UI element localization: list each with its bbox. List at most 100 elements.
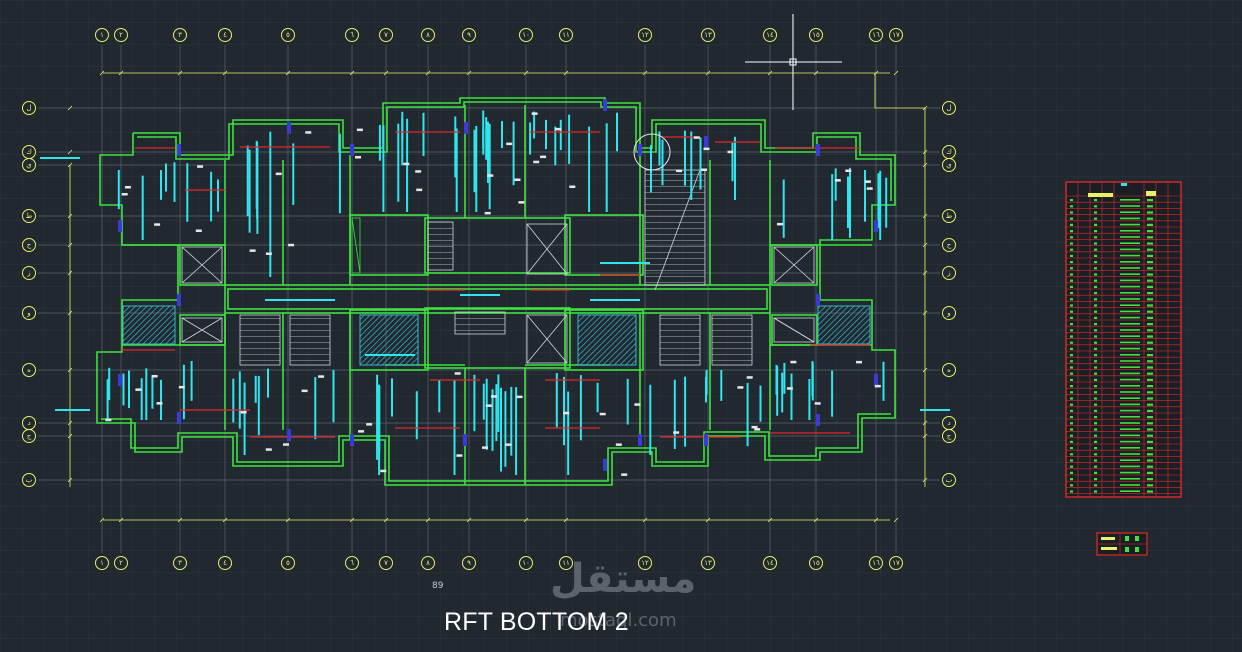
- schedule-cell-mark: [1120, 465, 1140, 468]
- rebar-label-mark: [737, 386, 744, 389]
- schedule-cell-mark: [1070, 211, 1073, 214]
- rebar-label-mark: [456, 454, 463, 457]
- rebar-label-mark: [634, 403, 641, 406]
- rebar-label-mark: [240, 411, 247, 414]
- schedule-cell-mark: [1120, 273, 1140, 275]
- grid-bubble-label: ٨: [426, 559, 430, 567]
- schedule-header-mark: [1088, 193, 1113, 197]
- schedule-cell-mark: [1094, 354, 1097, 357]
- grid-bubble-label: ب: [26, 476, 33, 484]
- grid-bubble-label: ١٥: [812, 31, 820, 39]
- column-block: [638, 144, 642, 156]
- schedule-cell-mark: [1070, 434, 1073, 437]
- rebar-label-mark: [135, 388, 142, 391]
- rebar-label-mark: [621, 473, 628, 476]
- schedule-cell-mark: [1147, 298, 1153, 301]
- schedule-cell-mark: [1120, 409, 1140, 412]
- schedule-cell-mark: [1120, 372, 1140, 375]
- grid-bubble-label: د: [947, 419, 950, 427]
- schedule-cell-mark: [1094, 279, 1097, 282]
- schedule-cell-mark: [1094, 273, 1097, 276]
- sheet-number: 89: [432, 581, 444, 591]
- column-block: [704, 136, 708, 148]
- schedule-cell-mark: [1120, 242, 1140, 244]
- schedule-cell-mark: [1070, 354, 1073, 357]
- rebar-label-mark: [124, 186, 131, 189]
- grid-bubble-label: ٦: [350, 31, 354, 39]
- schedule-cell-mark: [1120, 285, 1140, 288]
- grid-bubble-label: ٩: [467, 31, 471, 39]
- grid-bubble-label: ١٢: [641, 31, 649, 39]
- schedule-cell-mark: [1147, 254, 1153, 257]
- schedule-cell-mark: [1147, 279, 1153, 282]
- schedule-cell-mark: [1120, 261, 1140, 263]
- schedule-cell-mark: [1094, 248, 1097, 251]
- rebar-label-mark: [727, 150, 734, 154]
- schedule-cell-mark: [1070, 360, 1073, 363]
- schedule-cell-mark: [1120, 490, 1140, 492]
- schedule-cell-mark: [1147, 236, 1153, 239]
- grid-bubble-label: و: [946, 309, 950, 317]
- schedule-cell-mark: [1070, 316, 1073, 319]
- grid-bubble-label: ٤: [223, 559, 227, 567]
- schedule-cell-mark: [1094, 292, 1097, 295]
- grid-bubble-label: ٢: [119, 559, 123, 567]
- rebar-label-mark: [355, 156, 361, 159]
- column-block: [177, 144, 181, 156]
- grid-bubble-label: ٩: [467, 559, 471, 567]
- rebar-label-mark: [318, 375, 325, 378]
- schedule-cell-mark: [1070, 478, 1073, 481]
- grid-bubble-label: ١: [100, 559, 104, 567]
- schedule-cell-mark: [1147, 440, 1153, 443]
- schedule-cell-mark: [1147, 471, 1153, 474]
- grid-bubble-label: ١٦: [872, 31, 880, 39]
- column-block: [816, 144, 820, 156]
- schedule-cell-mark: [1094, 223, 1097, 226]
- schedule-cell-mark: [1147, 323, 1153, 326]
- schedule-cell-mark: [1147, 478, 1153, 481]
- schedule-cell-mark: [1120, 360, 1140, 362]
- schedule-cell-mark: [1120, 403, 1140, 406]
- schedule-cell-mark: [1094, 217, 1097, 220]
- schedule-cell-mark: [1147, 378, 1153, 381]
- schedule-cell-mark: [1070, 347, 1073, 350]
- schedule-cell-mark: [1070, 248, 1073, 251]
- schedule-cell-mark: [1070, 279, 1073, 282]
- schedule-cell-mark: [1070, 447, 1073, 450]
- schedule-cell-mark: [1094, 267, 1097, 270]
- schedule-cell-mark: [1094, 391, 1097, 394]
- grid-bubble-label: ١٠: [522, 31, 530, 39]
- grid-bubble-label: ١٧: [892, 559, 900, 567]
- schedule-cell-mark: [1147, 484, 1153, 487]
- schedule-cell-mark: [1147, 230, 1153, 233]
- schedule-cell-mark: [1094, 285, 1097, 288]
- schedule-cell-mark: [1120, 416, 1140, 418]
- column-block: [603, 459, 607, 471]
- rebar-label-mark: [834, 179, 841, 182]
- schedule-cell-mark: [1120, 478, 1140, 480]
- rebar-label-mark: [555, 127, 562, 131]
- rebar-label-mark: [265, 252, 272, 255]
- schedule-cell-mark: [1147, 391, 1153, 394]
- schedule-cell-mark: [1147, 354, 1153, 357]
- rebar-label-mark: [380, 469, 387, 473]
- schedule-cell-mark: [1147, 242, 1153, 245]
- schedule-cell-mark: [1147, 267, 1153, 270]
- cad-drawing-canvas[interactable]: ١١٢٢٣٣٤٤٥٥٦٦٧٧٨٨٩٩١٠١٠١١١١١٢١٢١٣١٣١٤١٤١٥…: [0, 0, 1242, 652]
- rebar-label-mark: [415, 170, 422, 173]
- grid-bubble-label: ٢: [119, 31, 123, 39]
- schedule-cell-mark: [1120, 397, 1140, 399]
- schedule-cell-mark: [1147, 341, 1153, 344]
- grid-bubble-label: ٨: [426, 31, 430, 39]
- grid-bubble-label: ز: [946, 269, 950, 277]
- schedule-cell-mark: [1094, 323, 1097, 326]
- column-block: [118, 220, 122, 232]
- schedule-cell-mark: [1120, 211, 1140, 213]
- column-block: [816, 414, 820, 426]
- grid-bubble-label: ١٤: [766, 559, 774, 567]
- schedule-cell-mark: [1094, 335, 1097, 338]
- rebar-label-mark: [487, 174, 494, 177]
- rebar-label-mark: [864, 180, 871, 183]
- grid-bubble-label: ط: [26, 212, 32, 220]
- rebar-label-mark: [151, 375, 158, 378]
